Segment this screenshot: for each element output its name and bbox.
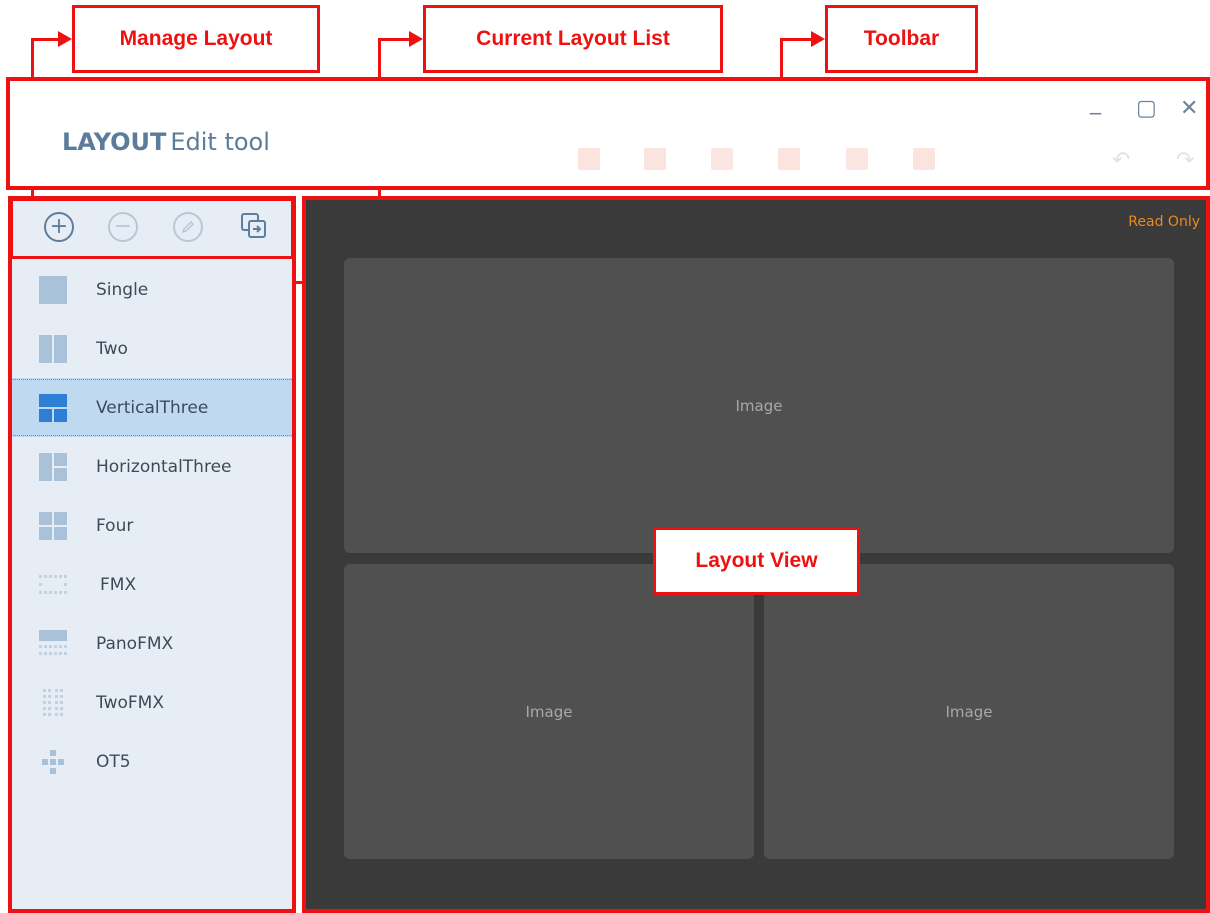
manage-layout-callout: Manage Layout [72,5,320,73]
current-layout-list-callout: Current Layout List [423,5,723,73]
sidebar-highlight [8,196,296,913]
connector [780,38,814,41]
layout-view-callout: Layout View [653,527,860,595]
connector [378,38,412,41]
arrow-head [409,31,423,47]
toolbar-highlight [6,77,1210,190]
arrow-head [811,31,825,47]
toolbar-callout: Toolbar [825,5,978,73]
arrow-head [58,31,72,47]
connector [31,38,61,41]
manage-layout-highlight [10,198,294,259]
